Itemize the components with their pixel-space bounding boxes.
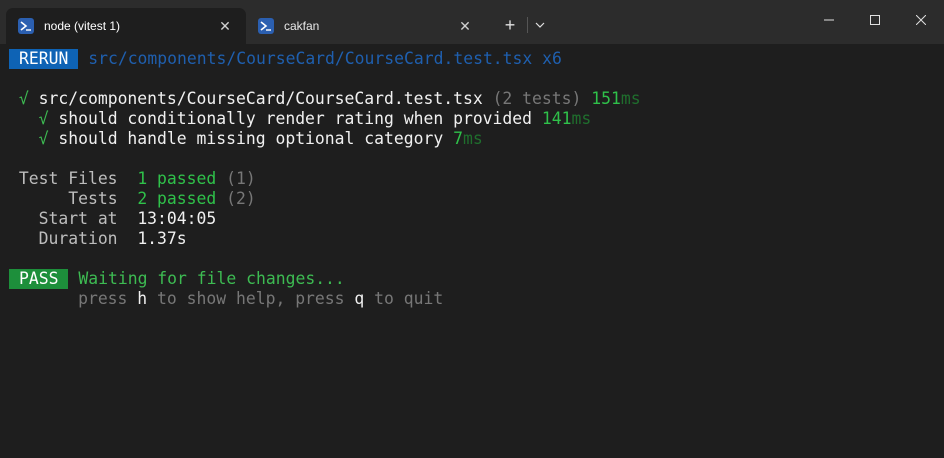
help-key-h: h <box>137 289 148 308</box>
minimize-button[interactable] <box>806 0 852 40</box>
suite-unit: ms <box>620 89 641 108</box>
help-line: press h to show help, press q to quit <box>9 289 443 309</box>
close-icon <box>916 15 926 25</box>
close-tab-icon[interactable]: ✕ <box>216 18 234 35</box>
status-line: PASS Waiting for file changes... <box>9 269 345 289</box>
suite-time: 151 <box>591 89 621 108</box>
powershell-icon <box>18 18 34 34</box>
files-total: (1) <box>226 169 256 188</box>
test-line: √ should conditionally render rating whe… <box>9 109 592 129</box>
check-icon: √ <box>38 109 49 128</box>
close-tab-icon[interactable]: ✕ <box>456 18 474 35</box>
tests-value: 2 passed <box>137 189 217 208</box>
tests-total: (2) <box>226 189 256 208</box>
files-value: 1 passed <box>137 169 217 188</box>
tab-node-vitest[interactable]: node (vitest 1) ✕ <box>6 8 246 44</box>
summary-start: Start at 13:04:05 <box>9 209 217 229</box>
test-unit: ms <box>571 109 592 128</box>
duration-label: Duration <box>38 229 118 248</box>
minimize-icon <box>824 19 834 21</box>
start-value: 13:04:05 <box>137 209 217 228</box>
test-unit: ms <box>462 129 483 148</box>
test-name: should conditionally render rating when … <box>58 109 533 128</box>
help-text: to quit <box>364 289 444 308</box>
summary-duration: Duration 1.37s <box>9 229 187 249</box>
rerun-line: RERUN src/components/CourseCard/CourseCa… <box>9 49 562 69</box>
divider <box>527 17 528 33</box>
rerun-count: x6 <box>542 49 562 68</box>
suite-line: √ src/components/CourseCard/CourseCard.t… <box>9 89 641 109</box>
test-line: √ should handle missing optional categor… <box>9 129 483 149</box>
files-label: Test Files <box>18 169 118 188</box>
suite-file: src/components/CourseCard/CourseCard.tes… <box>38 89 483 108</box>
tab-cakfan[interactable]: cakfan ✕ <box>250 8 486 44</box>
title-bar: node (vitest 1) ✕ cakfan ✕ + <box>0 0 944 44</box>
test-name: should handle missing optional category <box>58 129 444 148</box>
pass-badge: PASS <box>9 269 69 289</box>
summary-tests: Tests 2 passed (2) <box>9 189 256 209</box>
rerun-file: src/components/CourseCard/CourseCard.tes… <box>88 49 533 68</box>
maximize-button[interactable] <box>852 0 898 40</box>
check-icon: √ <box>18 89 29 108</box>
tests-label: Tests <box>68 189 118 208</box>
test-time: 7 <box>453 129 463 148</box>
powershell-icon <box>258 18 274 34</box>
test-time: 141 <box>541 109 572 128</box>
suite-tests: (2 tests) <box>492 89 582 108</box>
tab-title: cakfan <box>284 19 320 33</box>
close-window-button[interactable] <box>898 0 944 40</box>
chevron-down-icon[interactable] <box>530 14 550 36</box>
help-key-q: q <box>354 289 365 308</box>
check-icon: √ <box>38 129 49 148</box>
duration-value: 1.37s <box>137 229 187 248</box>
tab-title: node (vitest 1) <box>44 19 121 33</box>
rerun-badge: RERUN <box>9 49 79 69</box>
new-tab-button[interactable]: + <box>498 14 522 36</box>
help-text: press <box>78 289 138 308</box>
maximize-icon <box>870 15 880 25</box>
help-text: to show help, press <box>147 289 355 308</box>
status-message: Waiting for file changes... <box>78 269 345 288</box>
start-label: Start at <box>38 209 118 228</box>
terminal-output[interactable]: RERUN src/components/CourseCard/CourseCa… <box>0 44 944 458</box>
summary-files: Test Files 1 passed (1) <box>9 169 256 189</box>
